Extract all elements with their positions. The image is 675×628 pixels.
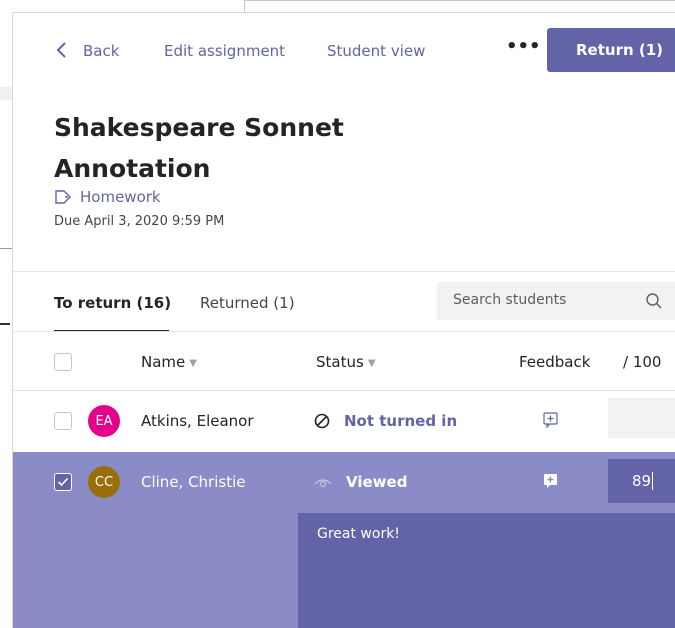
- background-border-vertical: [244, 0, 245, 12]
- column-status-label: Status: [316, 353, 364, 371]
- sort-caret-icon: ▼: [189, 358, 197, 369]
- column-name-label: Name: [141, 353, 186, 371]
- status-cell: Viewed: [314, 473, 407, 491]
- background-divider: [0, 248, 12, 249]
- background-arrow: [0, 323, 10, 325]
- add-feedback-icon[interactable]: [543, 412, 559, 428]
- return-button-label: Return (1): [576, 41, 664, 59]
- student-name[interactable]: Atkins, Eleanor: [141, 412, 254, 430]
- search-placeholder: Search students: [453, 292, 567, 308]
- eye-icon: [314, 479, 332, 488]
- status-cell: Not turned in: [314, 412, 457, 430]
- more-options-icon[interactable]: •••: [506, 36, 541, 57]
- feedback-icon[interactable]: [543, 473, 559, 489]
- points-input[interactable]: [608, 398, 675, 438]
- column-header-name[interactable]: Name ▼: [141, 353, 197, 371]
- avatar: CC: [88, 466, 120, 498]
- assignment-title: Shakespeare Sonnet Annotation: [54, 113, 344, 183]
- background-border: [244, 0, 675, 1]
- select-all-checkbox[interactable]: [54, 353, 72, 371]
- feedback-textarea[interactable]: Great work!: [298, 513, 675, 628]
- student-name[interactable]: Cline, Christie: [141, 473, 246, 491]
- not-turned-in-icon: [314, 413, 330, 429]
- sort-caret-icon: ▼: [367, 358, 376, 369]
- table-row[interactable]: EA Atkins, Eleanor Not turned in: [13, 391, 675, 452]
- due-date: Due April 3, 2020 9:59 PM: [54, 214, 225, 229]
- points-value: 89: [632, 472, 652, 490]
- tag-icon: [55, 190, 71, 204]
- assignment-panel: Back Edit assignment Student view ••• Re…: [12, 12, 675, 628]
- return-button[interactable]: Return (1): [547, 28, 675, 72]
- table-row-selected[interactable]: CC Cline, Christie Viewed 89 Great work!: [13, 452, 675, 628]
- search-icon[interactable]: [645, 292, 663, 310]
- chevron-left-icon[interactable]: [55, 41, 69, 59]
- status-label: Viewed: [346, 473, 408, 491]
- avatar-initials: EA: [95, 413, 113, 429]
- column-header-points: / 100: [623, 353, 662, 371]
- status-label: Not turned in: [344, 412, 458, 430]
- search-input[interactable]: Search students: [437, 282, 675, 320]
- back-button[interactable]: Back: [83, 42, 119, 60]
- avatar-initials: CC: [94, 474, 114, 490]
- avatar: EA: [88, 405, 120, 437]
- tabs-divider: [13, 331, 675, 332]
- background-bar: [0, 87, 12, 100]
- points-input-active[interactable]: 89: [608, 459, 675, 503]
- edit-assignment-link[interactable]: Edit assignment: [164, 42, 285, 60]
- row-checkbox-checked[interactable]: [54, 473, 72, 491]
- column-header-status[interactable]: Status ▼: [316, 353, 376, 371]
- checkmark-icon: [57, 477, 69, 487]
- column-header-feedback: Feedback: [519, 353, 591, 371]
- header-bar: Back Edit assignment Student view ••• Re…: [13, 13, 675, 83]
- category-tag[interactable]: Homework: [54, 186, 161, 208]
- tab-to-return[interactable]: To return (16): [54, 294, 171, 312]
- row-checkbox[interactable]: [54, 412, 72, 430]
- text-cursor: [652, 472, 654, 490]
- student-view-link[interactable]: Student view: [327, 42, 425, 60]
- feedback-text: Great work!: [317, 526, 400, 542]
- tab-returned[interactable]: Returned (1): [200, 294, 295, 312]
- section-divider: [13, 271, 675, 272]
- category-label: Homework: [80, 188, 161, 206]
